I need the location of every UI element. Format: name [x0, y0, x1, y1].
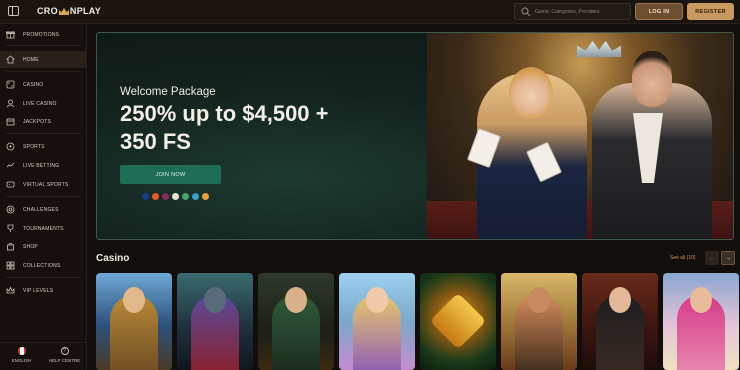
carousel-next-arrow-icon[interactable]: →	[721, 251, 735, 265]
game-tile[interactable]	[339, 273, 415, 370]
sidebar-item-jackpots[interactable]: JACKPOTS	[0, 113, 87, 130]
top-bar: CRO NPLAY LOG IN REGISTER	[0, 0, 740, 24]
banner-kicker: Welcome Package	[120, 86, 216, 98]
site-logo[interactable]: CRO NPLAY	[37, 6, 101, 16]
sidebar-item-shop[interactable]: SHOP	[0, 238, 87, 255]
ethereum-icon	[182, 193, 189, 200]
skrill-icon	[162, 193, 169, 200]
crown-logo-icon	[58, 7, 69, 15]
search-box[interactable]	[514, 3, 631, 20]
search-icon	[521, 7, 531, 16]
crypto-icon	[202, 193, 209, 200]
sidebar-item-label: VIP LEVELS	[23, 287, 54, 294]
search-input[interactable]	[535, 8, 627, 15]
divider	[6, 196, 81, 197]
challenges-icon	[6, 205, 15, 214]
sidebar-item-challenges[interactable]: CHALLENGES	[0, 201, 87, 218]
login-button[interactable]: LOG IN	[635, 3, 683, 20]
payment-methods	[142, 193, 209, 200]
divider	[6, 133, 81, 134]
canada-flag-icon	[17, 347, 26, 355]
sidebar-item-live-casino[interactable]: LIVE CASINO	[0, 95, 87, 112]
sidebar-footer: ENGLISH ? HELP CENTRE	[0, 342, 87, 370]
sidebar: PROMOTIONS HOME CASINO LIVE CASINO JACKP…	[0, 24, 87, 370]
sidebar-item-label: COLLECTIONS	[23, 262, 61, 269]
gift-icon	[6, 31, 15, 39]
sidebar-item-home[interactable]: HOME	[0, 51, 87, 68]
sidebar-item-casino[interactable]: CASINO	[0, 76, 87, 93]
game-tile[interactable]	[258, 273, 334, 370]
logo-text-left: CRO	[37, 6, 58, 16]
tournaments-icon	[7, 224, 14, 232]
live-casino-icon	[6, 99, 15, 108]
help-centre-link[interactable]: ? HELP CENTRE	[43, 347, 86, 363]
sidebar-item-virtual-sports[interactable]: VIRTUAL SPORTS	[0, 176, 87, 193]
sidebar-item-label: LIVE CASINO	[23, 100, 57, 107]
banner-image	[427, 33, 733, 239]
mastercard-icon	[152, 193, 159, 200]
sidebar-item-label: JACKPOTS	[23, 118, 51, 125]
game-tile[interactable]	[501, 273, 577, 370]
carousel-prev-arrow-icon[interactable]: ←	[705, 251, 719, 265]
register-button[interactable]: REGISTER	[687, 3, 734, 20]
sidebar-item-label: HOME	[23, 56, 39, 63]
logo-text-right: NPLAY	[69, 6, 102, 16]
vip-icon	[6, 286, 15, 294]
game-tile[interactable]	[177, 273, 253, 370]
divider	[6, 277, 81, 278]
help-label: HELP CENTRE	[48, 358, 81, 363]
join-now-button[interactable]: JOIN NOW	[120, 165, 221, 184]
crown-prop-image	[577, 41, 621, 57]
sidebar-item-live-betting[interactable]: LIVE BETTING	[0, 157, 87, 174]
sports-icon	[6, 142, 15, 151]
language-selector[interactable]: ENGLISH	[0, 347, 43, 363]
sidebar-item-label: CASINO	[23, 81, 44, 88]
sidebar-item-promotions[interactable]: PROMOTIONS	[0, 26, 87, 43]
game-tile[interactable]	[582, 273, 658, 370]
see-all-link[interactable]: See all (10)	[670, 255, 696, 261]
welcome-banner[interactable]: Welcome Package 250% up to $4,500 + 350 …	[96, 32, 734, 240]
bitcoin-icon	[172, 193, 179, 200]
sidebar-toggle-icon[interactable]	[8, 6, 19, 16]
casino-section-title: Casino	[96, 253, 130, 264]
game-tile[interactable]	[96, 273, 172, 370]
divider	[6, 45, 81, 46]
divider	[6, 71, 81, 72]
sidebar-item-label: CHALLENGES	[23, 206, 59, 213]
sidebar-item-collections[interactable]: COLLECTIONS	[0, 257, 87, 274]
sidebar-item-sports[interactable]: SPORTS	[0, 138, 87, 155]
jackpot-icon	[6, 118, 15, 126]
virtual-sports-icon	[6, 181, 15, 188]
shop-icon	[7, 242, 14, 251]
language-label: ENGLISH	[11, 358, 32, 363]
sidebar-item-label: VIRTUAL SPORTS	[23, 181, 69, 188]
sidebar-item-label: PROMOTIONS	[23, 31, 60, 38]
sidebar-item-label: TOURNAMENTS	[23, 225, 64, 232]
casino-games-row	[96, 273, 739, 370]
sidebar-item-label: SPORTS	[23, 143, 45, 150]
casino-icon	[6, 80, 15, 89]
banner-title: 250% up to $4,500 + 350 FS	[120, 101, 329, 154]
game-tile[interactable]	[420, 273, 496, 370]
sidebar-item-vip-levels[interactable]: VIP LEVELS	[0, 282, 87, 299]
game-tile[interactable]	[663, 273, 739, 370]
sidebar-item-label: SHOP	[23, 243, 38, 250]
sidebar-item-label: LIVE BETTING	[23, 162, 60, 169]
sidebar-item-tournaments[interactable]: TOURNAMENTS	[0, 220, 87, 237]
help-icon: ?	[60, 347, 69, 355]
collections-icon	[6, 261, 15, 270]
live-betting-icon	[6, 162, 15, 168]
neteller-icon	[192, 193, 199, 200]
home-icon	[6, 55, 15, 64]
visa-icon	[142, 193, 149, 200]
